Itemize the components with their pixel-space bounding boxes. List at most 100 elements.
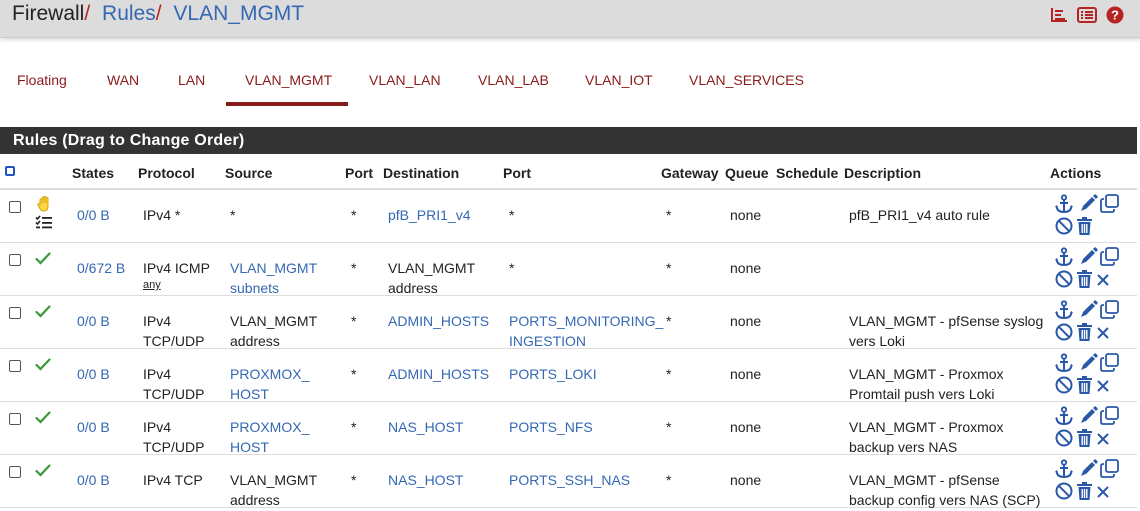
col-destination: Destination: [383, 165, 460, 181]
queue-cell: none: [730, 417, 761, 437]
destination-cell[interactable]: ADMIN_HOSTS: [388, 364, 489, 384]
queue-value: none: [730, 419, 762, 435]
row-checkbox[interactable]: [9, 466, 21, 478]
table-header: States Protocol Source Port Destination …: [0, 154, 1137, 190]
protocol-text: TCP/UDP: [143, 386, 205, 402]
breadcrumb-rules[interactable]: Rules: [102, 2, 156, 25]
row-checkbox[interactable]: [9, 307, 21, 319]
table-row[interactable]: 0/0 B IPv4 TCP/UDP PROXMOX_ HOST * NAS_HOST POR…: [0, 402, 1137, 455]
dest-port-value[interactable]: PORTS_MONITORING_: [509, 311, 663, 331]
source-value[interactable]: HOST: [230, 384, 309, 404]
source-cell[interactable]: VLAN_MGMT subnets: [230, 258, 317, 298]
source-value[interactable]: subnets: [230, 278, 317, 298]
row-checkbox[interactable]: [9, 360, 21, 372]
breadcrumb-firewall: Firewall: [12, 2, 85, 25]
gateway-value: *: [666, 260, 672, 276]
states-value[interactable]: 0/0 B: [77, 417, 110, 437]
row-checkbox[interactable]: [9, 254, 21, 266]
dest-port-value[interactable]: PORTS_SSH_NAS: [509, 470, 630, 490]
protocol-text: IPv4 *: [143, 207, 181, 223]
source-port-cell: *: [351, 258, 356, 278]
tab-lan[interactable]: LAN: [178, 72, 205, 88]
queue-cell: none: [730, 311, 761, 331]
tab-vlan-lan[interactable]: VLAN_LAN: [369, 72, 441, 88]
tab-vlan-iot[interactable]: VLAN_IOT: [585, 72, 653, 88]
tab-vlan-services[interactable]: VLAN_SERVICES: [689, 72, 804, 88]
interface-tabs: Floating WAN LAN VLAN_MGMT VLAN_LAN VLAN…: [0, 64, 1140, 106]
queue-value: none: [730, 313, 762, 329]
source-cell[interactable]: PROXMOX_ HOST: [230, 417, 309, 457]
states-value[interactable]: 0/0 B: [77, 205, 110, 225]
dest-port-value: *: [509, 260, 515, 276]
dest-port-value[interactable]: PORTS_NFS: [509, 417, 593, 437]
table-row[interactable]: 0/672 B IPv4 ICMP any VLAN_MGMT subnets * VLAN…: [0, 243, 1137, 296]
dest-port-cell[interactable]: PORTS_NFS: [509, 417, 593, 437]
destination-value[interactable]: NAS_HOST: [388, 470, 463, 490]
destination-cell[interactable]: pfB_PRI1_v4: [388, 205, 471, 225]
icmp-type-link[interactable]: any: [143, 278, 210, 292]
table-row[interactable]: 0/0 B IPv4 TCP VLAN_MGMT address * NAS_HOST PO…: [0, 455, 1137, 508]
states-value[interactable]: 0/0 B: [77, 364, 110, 384]
source-value[interactable]: VLAN_MGMT: [230, 258, 317, 278]
source-cell[interactable]: PROXMOX_ HOST: [230, 364, 309, 404]
description-text: VLAN_MGMT - pfSense syslog: [849, 313, 1044, 329]
tab-vlan-lab[interactable]: VLAN_LAB: [478, 72, 549, 88]
states-link[interactable]: 0/0 B: [77, 207, 110, 223]
states-value[interactable]: 0/672 B: [77, 258, 125, 278]
dest-port-cell[interactable]: PORTS_LOKI: [509, 364, 597, 384]
description-text: backup vers NAS: [849, 439, 958, 455]
table-row[interactable]: 0/0 B IPv4 TCP/UDP PROXMOX_ HOST * ADMIN_HOSTS…: [0, 349, 1137, 402]
table-row[interactable]: 0/0 B IPv4 * * * pfB_PRI1_v4 * * none pfB_PRI1_v…: [0, 190, 1137, 243]
tab-wan[interactable]: WAN: [107, 72, 139, 88]
states-link[interactable]: 0/0 B: [77, 472, 110, 488]
row-checkbox[interactable]: [9, 413, 21, 425]
destination-cell[interactable]: ADMIN_HOSTS: [388, 311, 489, 331]
description-text: vers Loki: [849, 333, 906, 349]
list-icon[interactable]: [1077, 7, 1097, 23]
states-value[interactable]: 0/0 B: [77, 470, 110, 490]
protocol-text: TCP/UDP: [143, 439, 205, 455]
dest-port-value[interactable]: INGESTION: [509, 331, 663, 351]
table-row[interactable]: 0/0 B IPv4 TCP/UDP VLAN_MGMT address * ADMIN_H…: [0, 296, 1137, 349]
chart-icon[interactable]: [1050, 7, 1068, 23]
source-value[interactable]: PROXMOX_: [230, 364, 309, 384]
source-value: VLAN_MGMT: [230, 313, 318, 329]
source-value[interactable]: PROXMOX_: [230, 417, 309, 437]
page-header: Firewall/ Rules/ VLAN_MGMT ?: [0, 0, 1140, 38]
description-text: VLAN_MGMT - pfSense: [849, 472, 1000, 488]
dest-port-value[interactable]: PORTS_LOKI: [509, 364, 597, 384]
states-link[interactable]: 0/672 B: [77, 260, 125, 276]
description-text: backup config vers NAS (SCP): [849, 492, 1041, 508]
dest-port-cell[interactable]: PORTS_MONITORING_ INGESTION: [509, 311, 663, 351]
select-all-checkbox[interactable]: [5, 166, 15, 176]
destination-value[interactable]: ADMIN_HOSTS: [388, 364, 489, 384]
states-value[interactable]: 0/0 B: [77, 311, 110, 331]
tab-floating[interactable]: Floating: [17, 72, 67, 88]
svg-text:?: ?: [1111, 8, 1119, 23]
row-checkbox[interactable]: [9, 201, 21, 213]
states-link[interactable]: 0/0 B: [77, 419, 110, 435]
protocol-text: IPv4: [143, 313, 172, 329]
row-actions: [1054, 300, 1120, 344]
gateway-cell: *: [666, 258, 671, 278]
description-cell: VLAN_MGMT - pfSense syslog vers Loki: [849, 311, 1043, 351]
help-icon[interactable]: ?: [1106, 6, 1124, 24]
destination-value[interactable]: ADMIN_HOSTS: [388, 311, 489, 331]
states-link[interactable]: 0/0 B: [77, 313, 110, 329]
destination-value[interactable]: pfB_PRI1_v4: [388, 205, 471, 225]
protocol-cell: IPv4 ICMP any: [143, 258, 210, 292]
dest-port-cell[interactable]: PORTS_SSH_NAS: [509, 470, 630, 490]
tab-vlan-mgmt[interactable]: VLAN_MGMT: [245, 72, 332, 88]
destination-cell[interactable]: NAS_HOST: [388, 417, 463, 437]
col-actions: Actions: [1050, 165, 1102, 181]
breadcrumb-vlan-mgmt[interactable]: VLAN_MGMT: [173, 2, 304, 25]
destination-value[interactable]: NAS_HOST: [388, 417, 463, 437]
hand-icon: [36, 195, 54, 216]
source-value[interactable]: HOST: [230, 437, 309, 457]
source-port-cell: *: [351, 470, 356, 490]
destination-cell[interactable]: NAS_HOST: [388, 470, 463, 490]
gateway-cell: *: [666, 364, 671, 384]
row-actions: [1054, 353, 1120, 397]
gateway-cell: *: [666, 417, 671, 437]
states-link[interactable]: 0/0 B: [77, 366, 110, 382]
